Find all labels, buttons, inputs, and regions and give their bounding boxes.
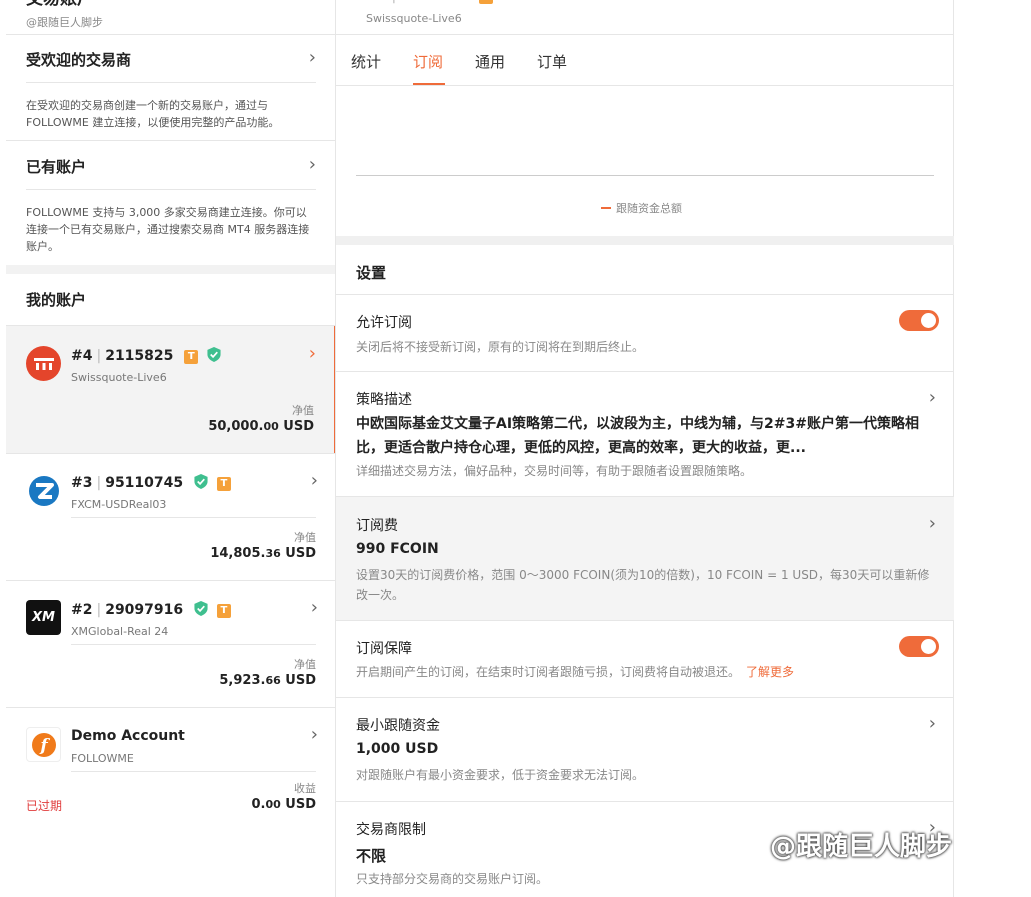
account-item-2[interactable]: XM #2 | 29097916 T XMGlobal-Real 24 › 净值 5… xyxy=(6,580,335,707)
verified-shield-icon xyxy=(194,601,208,616)
min-follow-fund-row[interactable]: 最小跟随资金 › 1,000 USD 对跟随账户有最小资金要求，低于资金要求无法… xyxy=(336,697,954,801)
account-profit-label: 收益 xyxy=(294,782,316,795)
min-follow-fund-value: 1,000 USD xyxy=(356,741,439,757)
tab-statistics[interactable]: 统计 xyxy=(351,51,381,72)
chevron-right-icon: › xyxy=(308,47,316,68)
chevron-right-icon: › xyxy=(310,724,318,745)
strategy-description-row[interactable]: 策略描述 › 中欧国际基金艾文量子AI策略第二代，以波段为主，中线为辅，与2#3… xyxy=(336,371,954,496)
account-number: #4 | 2115825 T xyxy=(71,347,221,364)
account-broker: XMGlobal-Real 24 xyxy=(71,625,169,638)
swissquote-logo-icon xyxy=(26,346,61,381)
chevron-right-icon: › xyxy=(928,713,936,734)
detail-tabs: 统计 订阅 通用 订单 xyxy=(336,34,954,86)
learn-more-link[interactable]: 了解更多 xyxy=(746,665,794,679)
existing-account-desc: FOLLOWME 支持与 3,000 多家交易商建立连接。你可以连接一个已有交易… xyxy=(26,206,310,253)
accounts-sidebar: 交易账户 @跟随巨人脚步 受欢迎的交易商 › 在受欢迎的交易商创建一个新的交易账… xyxy=(6,0,336,897)
demo-account-name: Demo Account xyxy=(71,728,185,744)
account-item-4[interactable]: #4 | 2115825 T Swissquote-Live6 › 净值 50,00… xyxy=(6,326,335,453)
trader-badge-icon: T xyxy=(216,477,231,491)
fxcm-logo-icon xyxy=(26,473,61,508)
allow-subscription-row: 允许订阅 关闭后将不接受新订阅，原有的订阅将在到期后终止。 xyxy=(336,294,954,371)
popular-brokers-link[interactable]: 受欢迎的交易商 › xyxy=(26,49,316,79)
my-accounts-heading: 我的账户 xyxy=(26,291,87,309)
subscription-guarantee-toggle[interactable] xyxy=(899,636,939,657)
account-equity-label: 净值 xyxy=(294,658,316,671)
account-item-demo[interactable]: f Demo Account FOLLOWME › 已过期 收益 0.00 US… xyxy=(6,707,335,834)
broker-limit-value: 不限 xyxy=(356,847,387,865)
trader-badge-icon: T xyxy=(216,604,231,618)
account-equity-value: 14,805.36 USD xyxy=(210,546,316,561)
verified-shield-icon xyxy=(207,347,221,362)
trader-badge-icon: T xyxy=(479,0,494,4)
account-broker: Swissquote-Live6 xyxy=(71,371,167,384)
subscription-guarantee-row: 订阅保障 开启期间产生的订阅，在结束时订阅者跟随亏损，订阅费将自动被退还。 了解更… xyxy=(336,620,954,697)
watermark-text: @跟随巨人脚步 xyxy=(770,832,953,862)
sidebar-subtitle: @跟随巨人脚步 xyxy=(26,16,103,29)
account-broker: FOLLOWME xyxy=(71,752,134,765)
account-item-3[interactable]: #3 | 95110745 T FXCM-USDReal03 › 净值 14,805… xyxy=(6,453,335,580)
allow-subscription-toggle[interactable] xyxy=(899,310,939,331)
settings-title: 设置 xyxy=(356,264,387,282)
trader-badge-icon: T xyxy=(184,350,199,364)
account-equity-label: 净值 xyxy=(294,531,316,544)
tab-orders[interactable]: 订单 xyxy=(537,51,567,72)
detail-account-broker: Swissquote-Live6 xyxy=(366,12,462,25)
account-equity-value: 50,000.00 USD xyxy=(208,419,314,434)
existing-account-link[interactable]: 已有账户 › xyxy=(26,156,316,186)
popular-brokers-desc: 在受欢迎的交易商创建一个新的交易账户，通过与 FOLLOWME 建立连接，以便使… xyxy=(26,99,280,129)
account-equity-value: 5,923.66 USD xyxy=(219,673,316,688)
popular-brokers-title: 受欢迎的交易商 xyxy=(26,51,132,69)
account-number: #2 | 29097916 T xyxy=(71,601,231,618)
sidebar-title: 交易账户 xyxy=(26,0,103,10)
chevron-right-icon: › xyxy=(928,513,936,534)
account-equity-label: 净值 xyxy=(292,404,314,417)
account-number: #3 | 95110745 T xyxy=(71,474,231,491)
subscription-fee-row[interactable]: 订阅费 › 990 FCOIN 设置30天的订阅费价格，范围 0～3000 FC… xyxy=(336,496,954,620)
tab-general[interactable]: 通用 xyxy=(475,51,505,72)
chevron-right-icon: › xyxy=(928,387,936,408)
chevron-right-icon: › xyxy=(308,154,316,175)
sidebar-header: 交易账户 @跟随巨人脚步 xyxy=(26,0,103,30)
strategy-text: 中欧国际基金艾文量子AI策略第二代，以波段为主，中线为辅，与2#3#账户第一代策… xyxy=(356,416,919,456)
chevron-right-icon: › xyxy=(308,343,316,364)
chevron-right-icon: › xyxy=(310,470,318,491)
xm-logo-icon: XM xyxy=(26,600,61,635)
expired-status: 已过期 xyxy=(26,799,63,813)
chart-legend: 跟随资金总额 xyxy=(601,200,682,216)
account-detail-panel: #4|2115825 T Swissquote-Live6 统计 订阅 通用 订… xyxy=(336,0,954,897)
tab-subscription[interactable]: 订阅 xyxy=(413,51,443,72)
detail-account-number: #4|2115825 T xyxy=(366,0,494,4)
follow-funds-chart-axis xyxy=(356,175,934,176)
verified-shield-icon xyxy=(194,474,208,489)
chevron-right-icon: › xyxy=(310,597,318,618)
followme-logo-icon: f xyxy=(26,727,61,762)
account-profit-value: 0.00 USD xyxy=(251,797,316,812)
account-broker: FXCM-USDReal03 xyxy=(71,498,167,511)
existing-account-title: 已有账户 xyxy=(26,158,87,176)
subscription-fee-value: 990 FCOIN xyxy=(356,541,439,557)
